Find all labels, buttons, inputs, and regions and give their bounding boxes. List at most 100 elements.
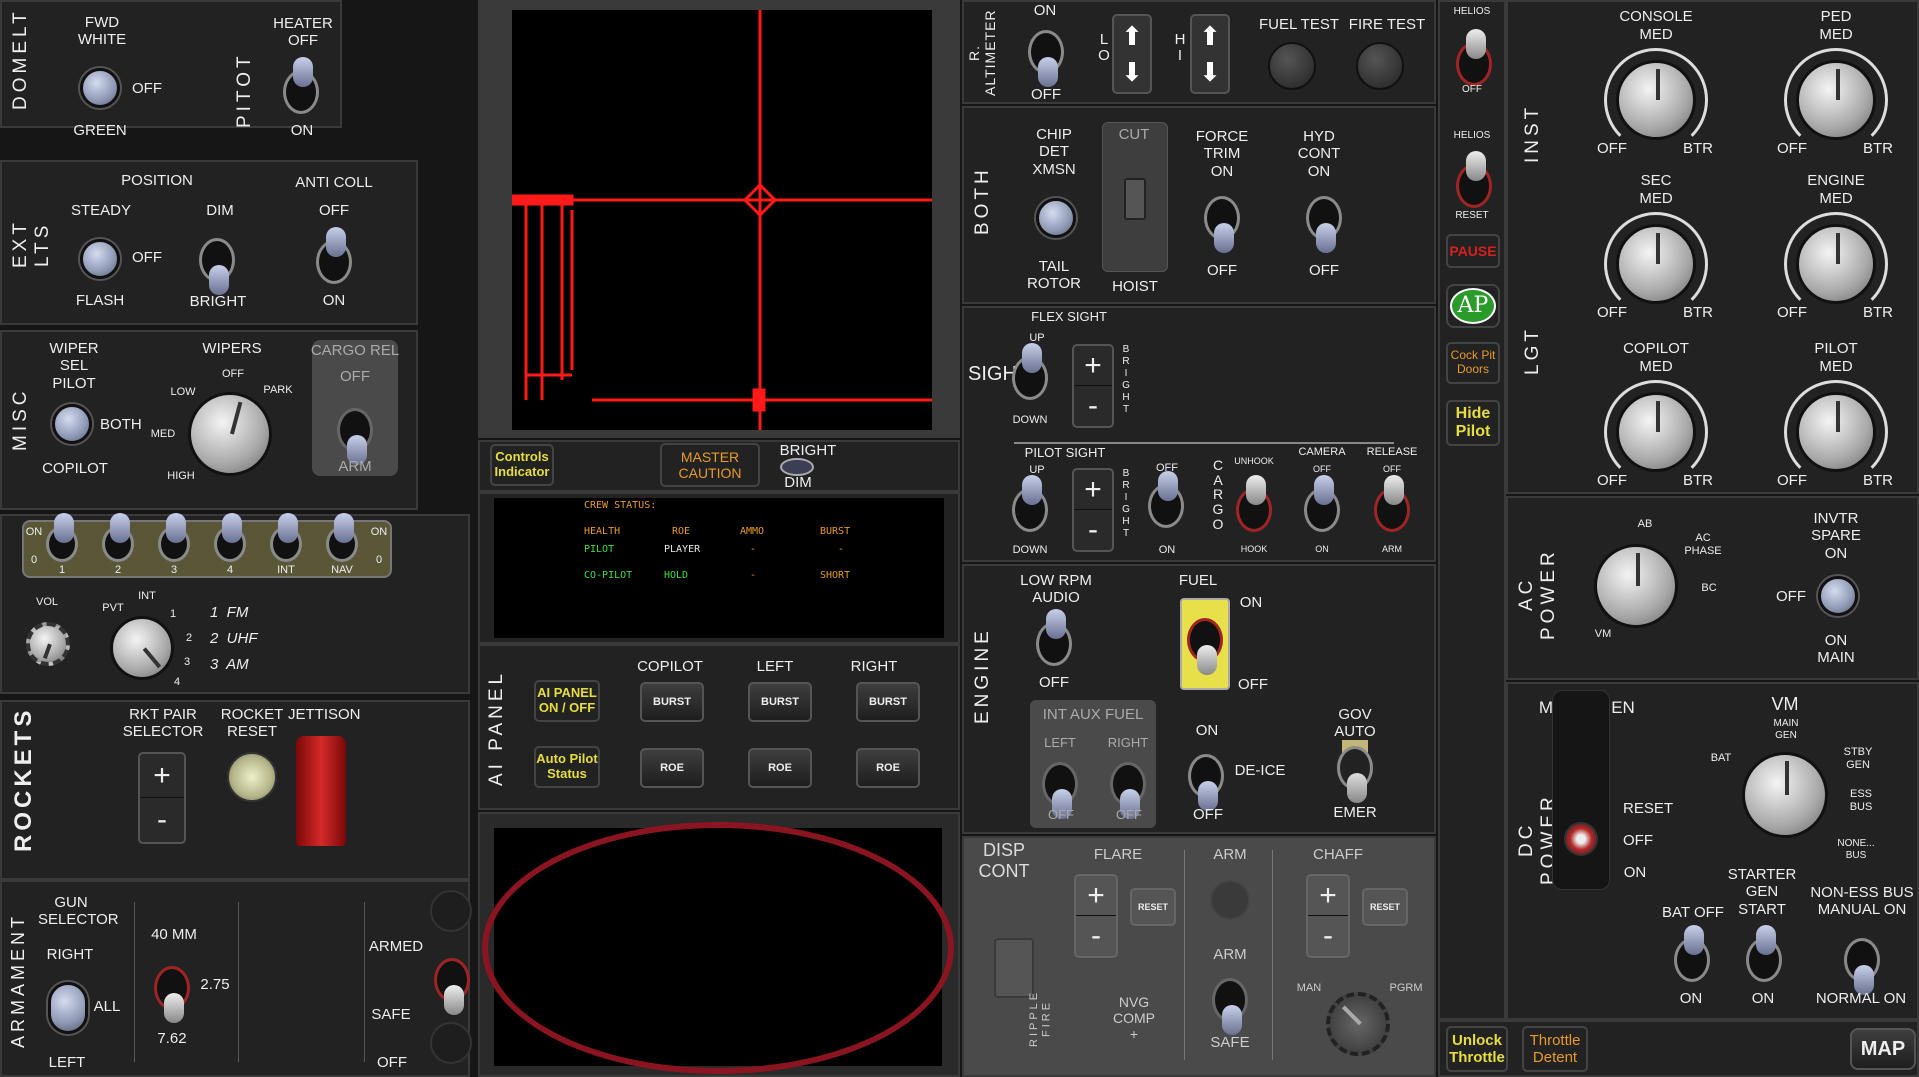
chaff-reset-button[interactable]: RESET <box>1362 888 1408 926</box>
hyd-cont-toggle[interactable] <box>1306 196 1342 253</box>
rkt-pair-stepper[interactable]: + - <box>138 752 186 844</box>
inst-knob[interactable] <box>1796 224 1876 304</box>
fuel-test-button[interactable] <box>1268 42 1316 90</box>
master-arm-toggle[interactable] <box>434 958 470 1015</box>
inst-knob[interactable] <box>1796 392 1876 472</box>
chaff-stepper[interactable]: + - <box>1306 874 1350 958</box>
left-burst-button[interactable]: BURST <box>748 682 812 722</box>
flare-stepper[interactable]: + - <box>1074 874 1118 958</box>
starter-toggle[interactable] <box>1746 925 1782 982</box>
dc-reset-button[interactable] <box>1564 822 1598 856</box>
fuel-toggle[interactable] <box>1187 618 1223 675</box>
inst-knob-off-label: OFF <box>1597 140 1627 157</box>
dc-vm-dial[interactable] <box>1742 752 1828 838</box>
map-button[interactable]: MAP <box>1850 1028 1916 1070</box>
ap-button[interactable]: AP <box>1446 284 1500 328</box>
man-label: MAN <box>1296 982 1322 994</box>
inst-knob-med-label: MED <box>1819 26 1853 43</box>
cargo-rel-toggle[interactable] <box>337 408 373 465</box>
radio-switch-int[interactable] <box>270 513 302 562</box>
volume-knob[interactable] <box>26 622 70 666</box>
gov-toggle[interactable] <box>1337 746 1373 803</box>
disp-safe-label: SAFE <box>1210 1034 1250 1051</box>
bat-toggle[interactable] <box>1674 925 1710 982</box>
rockets-panel: ROCKETS RKT PAIR SELECTOR + - ROCKET RESE… <box>0 700 470 880</box>
radio-switch-4[interactable] <box>214 513 246 562</box>
copilot-burst-button[interactable]: BURST <box>640 682 704 722</box>
non-ess-bus-toggle[interactable] <box>1844 938 1880 995</box>
helios-toggle-2[interactable] <box>1456 151 1492 208</box>
engine-title: ENGINE <box>972 627 993 725</box>
inst-knob-group: ENGINE MED OFF BTR <box>1776 172 1896 322</box>
ac-phase-dial[interactable] <box>1594 544 1678 628</box>
cut-label: CUT <box>1118 126 1150 143</box>
flex-sight-toggle[interactable] <box>1012 343 1048 400</box>
aux-left-toggle[interactable] <box>1042 762 1078 819</box>
pitot-heater-toggle[interactable] <box>283 57 319 114</box>
gun-type-toggle[interactable] <box>154 966 190 1023</box>
radio-switch-3[interactable] <box>158 513 190 562</box>
pilot-sight-toggle[interactable] <box>1012 475 1048 532</box>
controls-indicator-button[interactable]: Controls Indicator <box>490 444 554 486</box>
disp-mode-dial[interactable] <box>1326 992 1390 1056</box>
hide-pilot-button[interactable]: Hide Pilot <box>1446 400 1500 446</box>
domelt-knob[interactable] <box>80 68 120 108</box>
aux-right-toggle[interactable] <box>1110 762 1146 819</box>
flex-bright-stepper[interactable]: + - <box>1072 344 1114 428</box>
copilot-roe-button[interactable]: ROE <box>640 748 704 788</box>
lo-stepper[interactable]: ⬆ ⬇ <box>1112 14 1152 94</box>
inst-knob-med-label: MED <box>1639 26 1673 43</box>
auto-pilot-status-button[interactable]: Auto Pilot Status <box>534 746 600 788</box>
invtr-knob[interactable] <box>1818 576 1858 616</box>
radio-switch-1[interactable] <box>46 513 78 562</box>
hoist-switch[interactable] <box>1124 178 1146 220</box>
radio-switch-nav[interactable] <box>326 513 358 562</box>
hi-stepper[interactable]: ⬆ ⬇ <box>1190 14 1230 94</box>
deice-toggle[interactable] <box>1188 754 1224 811</box>
pilot-bright-stepper[interactable]: + - <box>1072 468 1114 552</box>
left-roe-button[interactable]: ROE <box>748 748 812 788</box>
right-roe-button[interactable]: ROE <box>856 748 920 788</box>
wiper-sel-knob[interactable] <box>52 404 92 444</box>
unlock-throttle-button[interactable]: Unlock Throttle <box>1446 1026 1508 1072</box>
flare-reset-button[interactable]: RESET <box>1130 888 1176 926</box>
fire-test-button[interactable] <box>1356 42 1404 90</box>
wipers-label: WIPERS <box>202 340 262 357</box>
wipers-off-label: OFF <box>222 368 244 380</box>
inst-knob[interactable] <box>1616 224 1696 304</box>
release-toggle[interactable] <box>1374 475 1410 532</box>
throttle-detent-button[interactable]: Throttle Detent <box>1522 1026 1588 1072</box>
disp-arm-toggle[interactable] <box>1212 978 1248 1035</box>
helios-toggle-1[interactable] <box>1456 29 1492 86</box>
right-burst-button[interactable]: BURST <box>856 682 920 722</box>
wipers-dial[interactable] <box>188 392 272 476</box>
hook-toggle[interactable] <box>1236 475 1272 532</box>
cockpit-doors-button[interactable]: Cock Pit Doors <box>1446 342 1500 384</box>
sight-power-toggle[interactable] <box>1148 471 1184 528</box>
sights-title: SIGHTS <box>968 363 1043 385</box>
inst-knob[interactable] <box>1616 60 1696 140</box>
chip-det-knob[interactable] <box>1036 198 1076 238</box>
radio-switch-2[interactable] <box>102 513 134 562</box>
camera-toggle[interactable] <box>1304 475 1340 532</box>
inst-knob-name: CONSOLE <box>1619 8 1693 25</box>
ai-panel-toggle-button[interactable]: AI PANEL ON / OFF <box>534 680 600 722</box>
armament-divider <box>134 902 135 1062</box>
pause-button[interactable]: PAUSE <box>1446 234 1500 268</box>
gun-selector-knob[interactable] <box>48 982 88 1034</box>
force-trim-toggle[interactable] <box>1204 196 1240 253</box>
jettison-cover[interactable] <box>296 736 346 846</box>
dc-cover[interactable] <box>1552 690 1610 890</box>
low-rpm-toggle[interactable] <box>1036 609 1072 666</box>
master-caution-button[interactable]: MASTER CAUTION <box>660 443 760 487</box>
inst-knob[interactable] <box>1616 392 1696 472</box>
altimeter-toggle[interactable] <box>1028 30 1064 87</box>
cargo-rel-label: CARGO REL <box>310 342 400 359</box>
rocket-reset-button[interactable] <box>227 752 277 802</box>
position-knob[interactable] <box>80 239 120 279</box>
anti-coll-toggle[interactable] <box>316 227 352 284</box>
dim-bright-toggle[interactable] <box>199 238 235 295</box>
radio-selector-dial[interactable] <box>110 616 174 680</box>
inst-knob[interactable] <box>1796 60 1876 140</box>
deice-on-label: ON <box>1195 722 1219 739</box>
